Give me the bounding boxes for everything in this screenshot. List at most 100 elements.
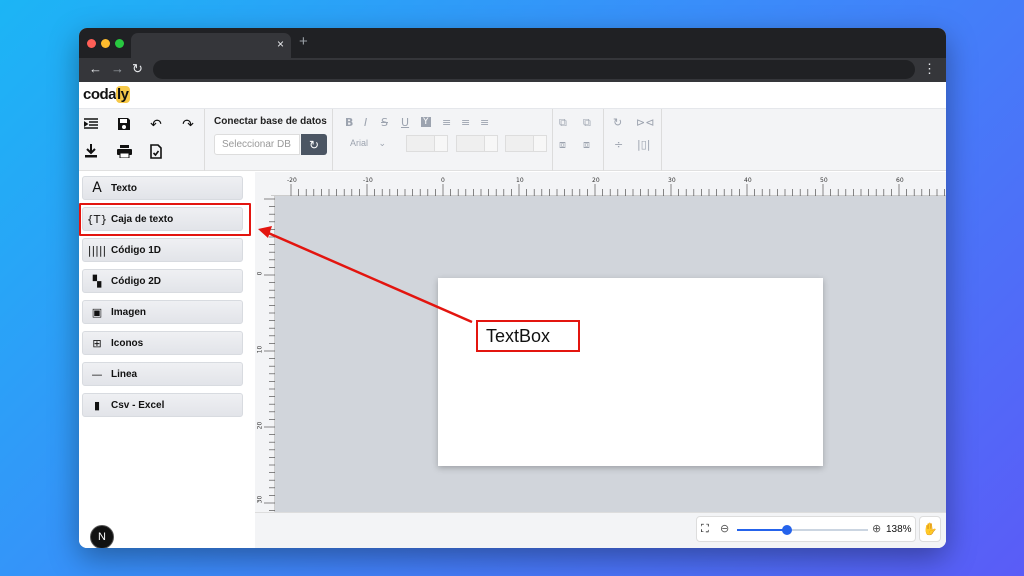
barcode-icon: ||||| — [87, 243, 107, 257]
h-tick-label: 40 — [744, 177, 752, 184]
address-bar: ← → ↻ ⋮ — [79, 58, 946, 82]
save-icon[interactable] — [114, 114, 134, 134]
sidebar-item-csv-excel[interactable]: ▮ Csv - Excel — [82, 393, 243, 417]
horizontal-ruler: -20 -10 0 10 20 30 40 50 60 — [271, 172, 946, 196]
sidebar-item-codigo-2d[interactable]: ▚ Código 2D — [82, 269, 243, 293]
distribute-vertical-icon[interactable]: ÷ — [614, 138, 623, 151]
download-icon[interactable] — [81, 141, 101, 161]
strikethrough-icon[interactable]: S — [381, 116, 388, 129]
tab-close-icon[interactable]: × — [277, 37, 284, 51]
textbox-callout: TextBox — [476, 320, 580, 352]
chevron-down-icon: ⌄ — [378, 138, 387, 148]
zoom-slider[interactable] — [737, 525, 868, 535]
toolbar-separator — [552, 109, 553, 171]
h-ticks — [290, 184, 945, 196]
zoom-out-icon[interactable]: ⊖ — [720, 522, 729, 535]
logo-accent: ly — [116, 86, 130, 103]
sidebar-item-texto[interactable]: A Texto — [82, 176, 243, 200]
zoom-slider-fill — [737, 529, 787, 531]
bring-forward-icon[interactable]: ⧉ — [559, 116, 567, 130]
flip-horizontal-icon[interactable]: ⊳⊲ — [636, 116, 654, 129]
h-tick-label: 0 — [441, 177, 445, 184]
bring-front-icon[interactable]: ⧈ — [559, 138, 566, 152]
font-size-stepper[interactable] — [406, 135, 448, 152]
zoom-in-icon[interactable]: ⊕ — [872, 522, 881, 535]
label-canvas[interactable] — [438, 278, 823, 466]
new-tab-icon[interactable]: + — [299, 33, 308, 50]
letter-spacing-stepper[interactable] — [456, 135, 498, 152]
zoom-control: ⛶ ⊖ ⊕ 138% — [696, 516, 916, 542]
v-tick-label: 0 — [256, 271, 264, 276]
sidebar-item-codigo-1d[interactable]: ||||| Código 1D — [82, 238, 243, 262]
sidebar-item-label: Código 1D — [111, 244, 161, 256]
v-tick-label: 20 — [256, 421, 264, 430]
sidebar-item-label: Iconos — [111, 337, 144, 349]
print-icon[interactable] — [114, 141, 134, 161]
line-height-stepper[interactable] — [505, 135, 547, 152]
font-family-value: Arial — [350, 138, 369, 148]
refresh-db-button[interactable]: ↻ — [301, 134, 327, 155]
sidebar-item-linea[interactable]: — Linea — [82, 362, 243, 386]
close-window-dot[interactable] — [87, 39, 96, 48]
zoom-slider-thumb[interactable] — [781, 525, 792, 535]
toolbar-separator — [204, 109, 205, 171]
vertical-ruler: 0 10 20 30 — [255, 196, 275, 512]
h-tick-label: 30 — [668, 177, 676, 184]
indent-icon[interactable] — [81, 114, 101, 134]
toolbar: ↶ ↷ Conectar base de datos Seleccionar D… — [79, 109, 946, 171]
document-check-icon[interactable] — [146, 141, 166, 161]
maximize-window-dot[interactable] — [115, 39, 124, 48]
vertical-ruler-ticks — [264, 198, 275, 511]
avatar[interactable]: N — [90, 525, 114, 548]
fit-screen-icon[interactable]: ⛶ — [701, 522, 709, 536]
app-header: codaly — [79, 82, 946, 109]
h-tick-label: -20 — [287, 177, 297, 184]
db-select[interactable]: Seleccionar DB — [214, 134, 300, 155]
sidebar-item-label: Linea — [111, 368, 138, 380]
align-left-icon[interactable]: ≡ — [442, 116, 451, 129]
minimize-window-dot[interactable] — [101, 39, 110, 48]
text-color-icon[interactable]: Y — [421, 117, 431, 127]
db-connect-title: Conectar base de datos — [214, 116, 327, 127]
h-tick-label: 20 — [592, 177, 600, 184]
sidebar-item-imagen[interactable]: ▣ Imagen — [82, 300, 243, 324]
redo-icon[interactable]: ↷ — [178, 114, 198, 134]
elements-sidebar: A Texto {T} Caja de texto ||||| Código 1… — [79, 172, 255, 548]
reload-icon[interactable]: ↻ — [132, 61, 143, 77]
toolbar-separator — [603, 109, 604, 171]
browser-titlebar: × + — [79, 28, 946, 58]
undo-icon[interactable]: ↶ — [146, 114, 166, 134]
file-icon: ▮ — [93, 398, 101, 412]
align-center-icon[interactable]: ≡ — [461, 116, 470, 129]
underline-icon[interactable]: U — [401, 116, 409, 129]
image-icon: ▣ — [91, 305, 103, 319]
distribute-horizontal-icon[interactable]: |▯| — [637, 138, 650, 151]
h-tick-label: 50 — [820, 177, 828, 184]
toolbar-separator — [332, 109, 333, 171]
rotate-icon[interactable]: ↻ — [613, 116, 622, 129]
url-field[interactable] — [153, 60, 915, 79]
forward-icon[interactable]: → — [111, 61, 124, 76]
sidebar-item-label: Texto — [111, 182, 137, 194]
bold-icon[interactable]: B — [345, 116, 353, 129]
toolbar-separator — [661, 109, 662, 171]
highlight-box — [79, 203, 251, 236]
sidebar-item-label: Csv - Excel — [111, 399, 165, 411]
canvas-area[interactable]: -20 -10 0 10 20 30 40 50 60 0 10 20 30 — [255, 172, 946, 512]
app-logo: codaly — [83, 86, 130, 103]
back-icon[interactable]: ← — [89, 61, 102, 76]
qrcode-icon: ▚ — [92, 274, 102, 288]
browser-menu-icon[interactable]: ⋮ — [923, 61, 936, 77]
sidebar-item-label: Imagen — [111, 306, 147, 318]
line-icon: — — [91, 367, 103, 381]
grid-icon: ⊞ — [92, 336, 102, 350]
send-backward-icon[interactable]: ⧉ — [583, 116, 591, 130]
align-right-icon[interactable]: ≡ — [480, 116, 489, 129]
browser-window: × + ← → ↻ ⋮ codaly ↶ ↷ Conectar base de … — [79, 28, 946, 548]
hand-tool-icon[interactable]: ✋ — [919, 516, 941, 542]
browser-tab[interactable]: × — [131, 33, 291, 58]
send-back-icon[interactable]: ⧈ — [583, 138, 590, 152]
sidebar-item-iconos[interactable]: ⊞ Iconos — [82, 331, 243, 355]
font-family-select[interactable]: Arial ⌄ — [344, 135, 400, 152]
italic-icon[interactable]: I — [364, 116, 367, 129]
